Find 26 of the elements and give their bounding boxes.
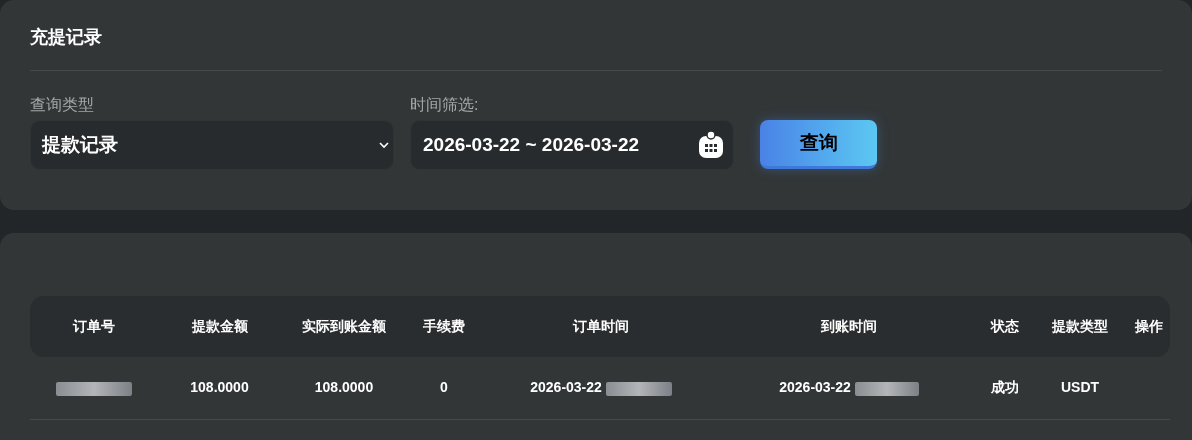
table-cell: 108.0000	[190, 379, 249, 396]
column-header: 提款金额	[191, 318, 248, 334]
redacted-blur	[854, 381, 919, 396]
table-cell: 2026-03-22	[530, 379, 602, 396]
chevron-down-icon	[379, 141, 389, 149]
calendar-icon[interactable]	[698, 131, 724, 159]
column-header: 实际到账金额	[302, 318, 386, 334]
table-cell: USDT	[1060, 379, 1100, 396]
table-cell: 0	[440, 379, 448, 396]
field-label: 查询类型	[30, 95, 95, 115]
type-select[interactable]: 提款记录	[30, 120, 394, 170]
table-cell: 2026-03-22	[779, 379, 851, 396]
column-header: 状态	[991, 318, 1019, 334]
card-title: 充提记录	[30, 25, 103, 49]
redacted-blur	[605, 381, 672, 396]
column-header: 手续费	[423, 318, 465, 334]
table-cell: 108.0000	[314, 379, 374, 396]
date-range-field[interactable]: 2026-03-22 ~ 2026-03-22	[410, 120, 734, 170]
column-header: 操作	[1134, 318, 1163, 334]
column-header: 订单时间	[573, 318, 629, 334]
query-button[interactable]: 查询	[760, 120, 877, 169]
field-label: 时间筛选:	[410, 95, 480, 115]
column-header: 订单号	[73, 318, 115, 334]
column-header: 提款类型	[1052, 318, 1108, 334]
column-header: 到账时间	[821, 318, 877, 334]
table-cell: 成功	[991, 379, 1019, 396]
